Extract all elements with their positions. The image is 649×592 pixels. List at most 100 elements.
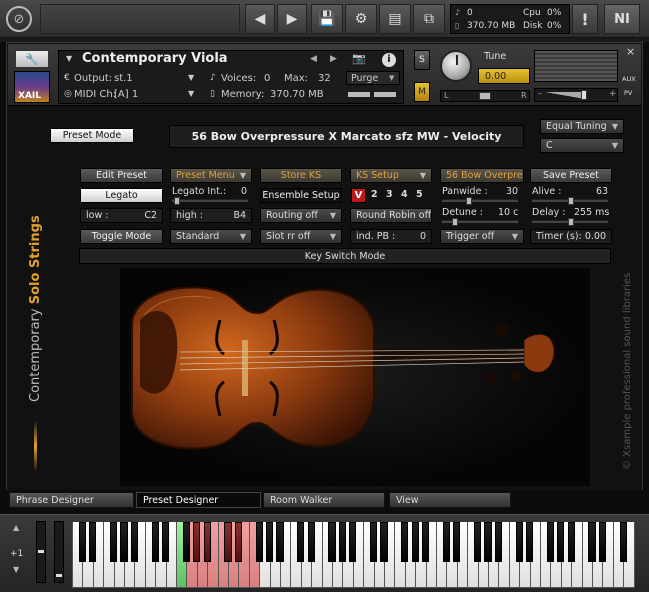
kontakt-logo-icon[interactable]: ⊘ bbox=[6, 6, 32, 32]
black-key[interactable] bbox=[193, 522, 201, 562]
black-key[interactable] bbox=[307, 522, 315, 562]
timer-field[interactable]: Timer (s): 0.00 bbox=[530, 229, 612, 244]
ks-slot-3[interactable]: 3 bbox=[386, 189, 393, 200]
close-icon[interactable]: × bbox=[626, 45, 635, 58]
legato-button[interactable]: Legato bbox=[80, 188, 163, 203]
black-key[interactable] bbox=[453, 522, 461, 562]
black-key[interactable] bbox=[567, 522, 575, 562]
black-key[interactable] bbox=[546, 522, 555, 562]
black-key[interactable] bbox=[349, 522, 357, 562]
delay-slider[interactable] bbox=[532, 218, 608, 226]
aux-label[interactable]: AUX bbox=[622, 75, 636, 83]
volume-knob[interactable] bbox=[581, 90, 587, 100]
black-key[interactable] bbox=[473, 522, 482, 562]
store-ks-button[interactable]: Store KS bbox=[260, 168, 342, 183]
mod-wheel[interactable] bbox=[54, 521, 64, 583]
ks-setup-dropdown[interactable]: KS Setup ▼ bbox=[350, 168, 432, 183]
black-key[interactable] bbox=[338, 522, 347, 562]
pan-knob[interactable] bbox=[479, 92, 491, 100]
alive-slider[interactable] bbox=[532, 197, 608, 205]
alert-icon[interactable]: ! bbox=[572, 4, 598, 34]
black-key[interactable] bbox=[619, 522, 627, 562]
ensemble-setup-button[interactable]: Ensemble Setup bbox=[260, 188, 342, 203]
black-key[interactable] bbox=[78, 522, 87, 562]
slot-rr-dropdown[interactable]: Slot rr off ▼ bbox=[260, 229, 342, 244]
midi-dropdown-icon[interactable]: ▼ bbox=[188, 89, 194, 98]
ks-slot-2[interactable]: 2 bbox=[371, 189, 378, 200]
tuning-dropdown[interactable]: Equal Tuning ▼ bbox=[540, 119, 624, 134]
tab-view[interactable]: View bbox=[389, 492, 511, 508]
output-value[interactable]: st.1 bbox=[114, 73, 133, 84]
black-key[interactable] bbox=[265, 522, 274, 562]
output-dropdown-icon[interactable]: ▼ bbox=[188, 73, 194, 82]
black-key[interactable] bbox=[89, 522, 97, 562]
black-key[interactable] bbox=[401, 522, 409, 562]
black-key[interactable] bbox=[557, 522, 565, 562]
black-key[interactable] bbox=[421, 522, 430, 562]
slider-knob[interactable] bbox=[568, 218, 574, 226]
save-preset-button[interactable]: Save Preset bbox=[530, 168, 612, 183]
edit-preset-button[interactable]: Edit Preset bbox=[80, 168, 163, 183]
low-range-field[interactable]: low : C2 bbox=[80, 208, 163, 223]
black-key[interactable] bbox=[380, 522, 388, 562]
preset-mode-button[interactable]: Preset Mode bbox=[50, 128, 134, 143]
prev-arrow-button[interactable]: ◀ bbox=[245, 4, 275, 34]
rack-view-icon[interactable]: ▤ bbox=[379, 4, 411, 34]
black-key[interactable] bbox=[234, 522, 243, 562]
pan-slider[interactable]: L R bbox=[440, 90, 530, 102]
tab-phrase-designer[interactable]: Phrase Designer bbox=[9, 492, 134, 508]
mute-button[interactable]: M bbox=[414, 82, 430, 102]
tune-knob[interactable] bbox=[440, 50, 472, 82]
round-robin-dropdown[interactable]: Round Robin off▼ bbox=[350, 208, 432, 223]
instrument-next-icon[interactable]: ▶ bbox=[330, 54, 337, 64]
black-key[interactable] bbox=[255, 522, 263, 562]
black-key[interactable] bbox=[484, 522, 492, 562]
ni-logo-button[interactable]: NI bbox=[604, 4, 640, 34]
black-key[interactable] bbox=[203, 522, 211, 562]
instrument-name[interactable]: Contemporary Viola bbox=[82, 51, 228, 66]
trigger-dropdown[interactable]: Trigger off ▼ bbox=[440, 229, 524, 244]
octave-down-icon[interactable]: ▼ bbox=[13, 565, 19, 574]
black-key[interactable] bbox=[109, 522, 118, 562]
black-key[interactable] bbox=[224, 522, 232, 562]
wrench-icon[interactable]: 🔧 bbox=[15, 50, 49, 68]
collapse-arrow-icon[interactable]: ▼ bbox=[66, 54, 72, 63]
black-key[interactable] bbox=[297, 522, 305, 562]
key-dropdown[interactable]: C ▼ bbox=[540, 138, 624, 153]
black-key[interactable] bbox=[588, 522, 596, 562]
black-key[interactable] bbox=[598, 522, 607, 562]
save-disk-icon[interactable]: 💾 bbox=[311, 4, 343, 34]
panwide-slider[interactable] bbox=[442, 197, 518, 205]
minimize-view-icon[interactable]: ⧉ bbox=[413, 4, 445, 34]
preset-menu-dropdown[interactable]: Preset Menu ▼ bbox=[170, 168, 252, 183]
gear-icon[interactable]: ⚙ bbox=[345, 4, 377, 34]
next-arrow-button[interactable]: ▶ bbox=[277, 4, 307, 34]
legato-intensity-slider[interactable] bbox=[172, 197, 248, 205]
piano-keyboard[interactable] bbox=[72, 522, 642, 588]
slider-knob[interactable] bbox=[452, 218, 458, 226]
black-key[interactable] bbox=[411, 522, 419, 562]
pv-label[interactable]: PV bbox=[624, 89, 632, 97]
midi-value[interactable]: [A] 1 bbox=[114, 89, 138, 100]
articulation-dropdown[interactable]: 56 Bow Overpress bbox=[440, 168, 524, 183]
key-switch-mode-bar[interactable]: Key Switch Mode bbox=[79, 248, 611, 264]
ks-slot-v[interactable]: V bbox=[351, 188, 366, 203]
ind-pb-field[interactable]: ind. PB : 0 bbox=[350, 229, 432, 244]
tab-preset-designer[interactable]: Preset Designer bbox=[136, 492, 261, 508]
max-value[interactable]: 32 bbox=[318, 73, 331, 84]
purge-dropdown[interactable]: Purge ▼ bbox=[346, 71, 400, 85]
black-key[interactable] bbox=[276, 522, 284, 562]
detune-slider[interactable] bbox=[442, 218, 518, 226]
black-key[interactable] bbox=[120, 522, 128, 562]
routing-dropdown[interactable]: Routing off ▼ bbox=[260, 208, 342, 223]
black-key[interactable] bbox=[328, 522, 336, 562]
standard-dropdown[interactable]: Standard ▼ bbox=[170, 229, 252, 244]
tab-room-walker[interactable]: Room Walker bbox=[263, 492, 385, 508]
camera-icon[interactable]: 📷 bbox=[348, 52, 370, 68]
pitch-wheel[interactable] bbox=[36, 521, 46, 583]
toggle-mode-button[interactable]: Toggle Mode bbox=[80, 229, 163, 244]
instrument-prev-icon[interactable]: ◀ bbox=[310, 54, 317, 64]
black-key[interactable] bbox=[182, 522, 191, 562]
ks-slot-5[interactable]: 5 bbox=[416, 189, 423, 200]
slider-knob[interactable] bbox=[466, 197, 472, 205]
